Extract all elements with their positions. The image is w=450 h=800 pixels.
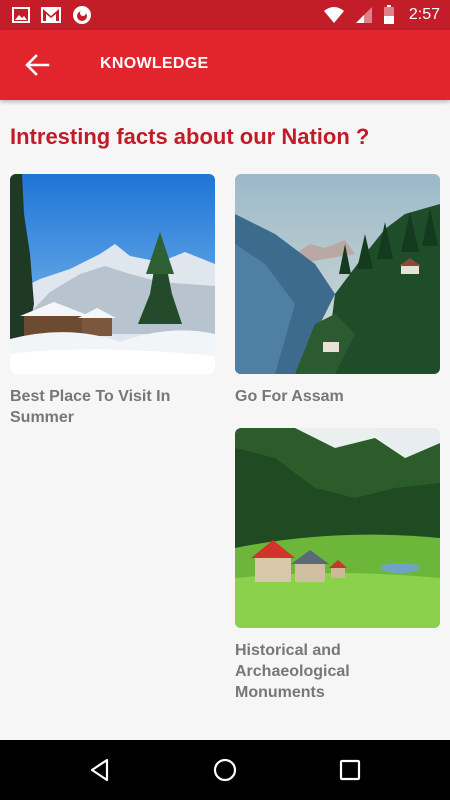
card-caption: Historical and Archaeological Monuments [235, 642, 350, 701]
system-nav-bar [0, 740, 450, 800]
app-bar: KNOWLEDGE [0, 30, 450, 100]
card-best-place-summer[interactable]: Best Place To Visit In Summer [10, 174, 215, 428]
card-go-for-assam[interactable]: Go For Assam [235, 174, 440, 407]
card-caption: Best Place To Visit In Summer [10, 388, 171, 426]
arrow-back-icon[interactable] [24, 53, 50, 77]
gmail-icon [41, 7, 61, 23]
back-triangle-icon[interactable] [87, 757, 113, 783]
home-circle-icon[interactable] [212, 757, 238, 783]
wifi-icon [323, 7, 344, 23]
snowy-village-photo [10, 174, 215, 374]
recents-square-icon[interactable] [337, 757, 363, 783]
signal-icon [355, 7, 372, 23]
vodafone-icon [73, 6, 91, 24]
battery-icon [383, 5, 394, 24]
status-time: 2:57 [408, 6, 440, 23]
card-caption: Go For Assam [235, 388, 344, 405]
pine-forest-valley-photo [235, 174, 440, 374]
status-bar: 2:57 [0, 0, 450, 30]
page-title: KNOWLEDGE [100, 55, 209, 72]
card-historical-monuments[interactable]: Historical and Archaeological Monuments [235, 428, 440, 703]
green-meadow-hill-photo [235, 428, 440, 628]
section-heading: Intresting facts about our Nation ? [10, 124, 370, 149]
image-icon [12, 7, 30, 23]
